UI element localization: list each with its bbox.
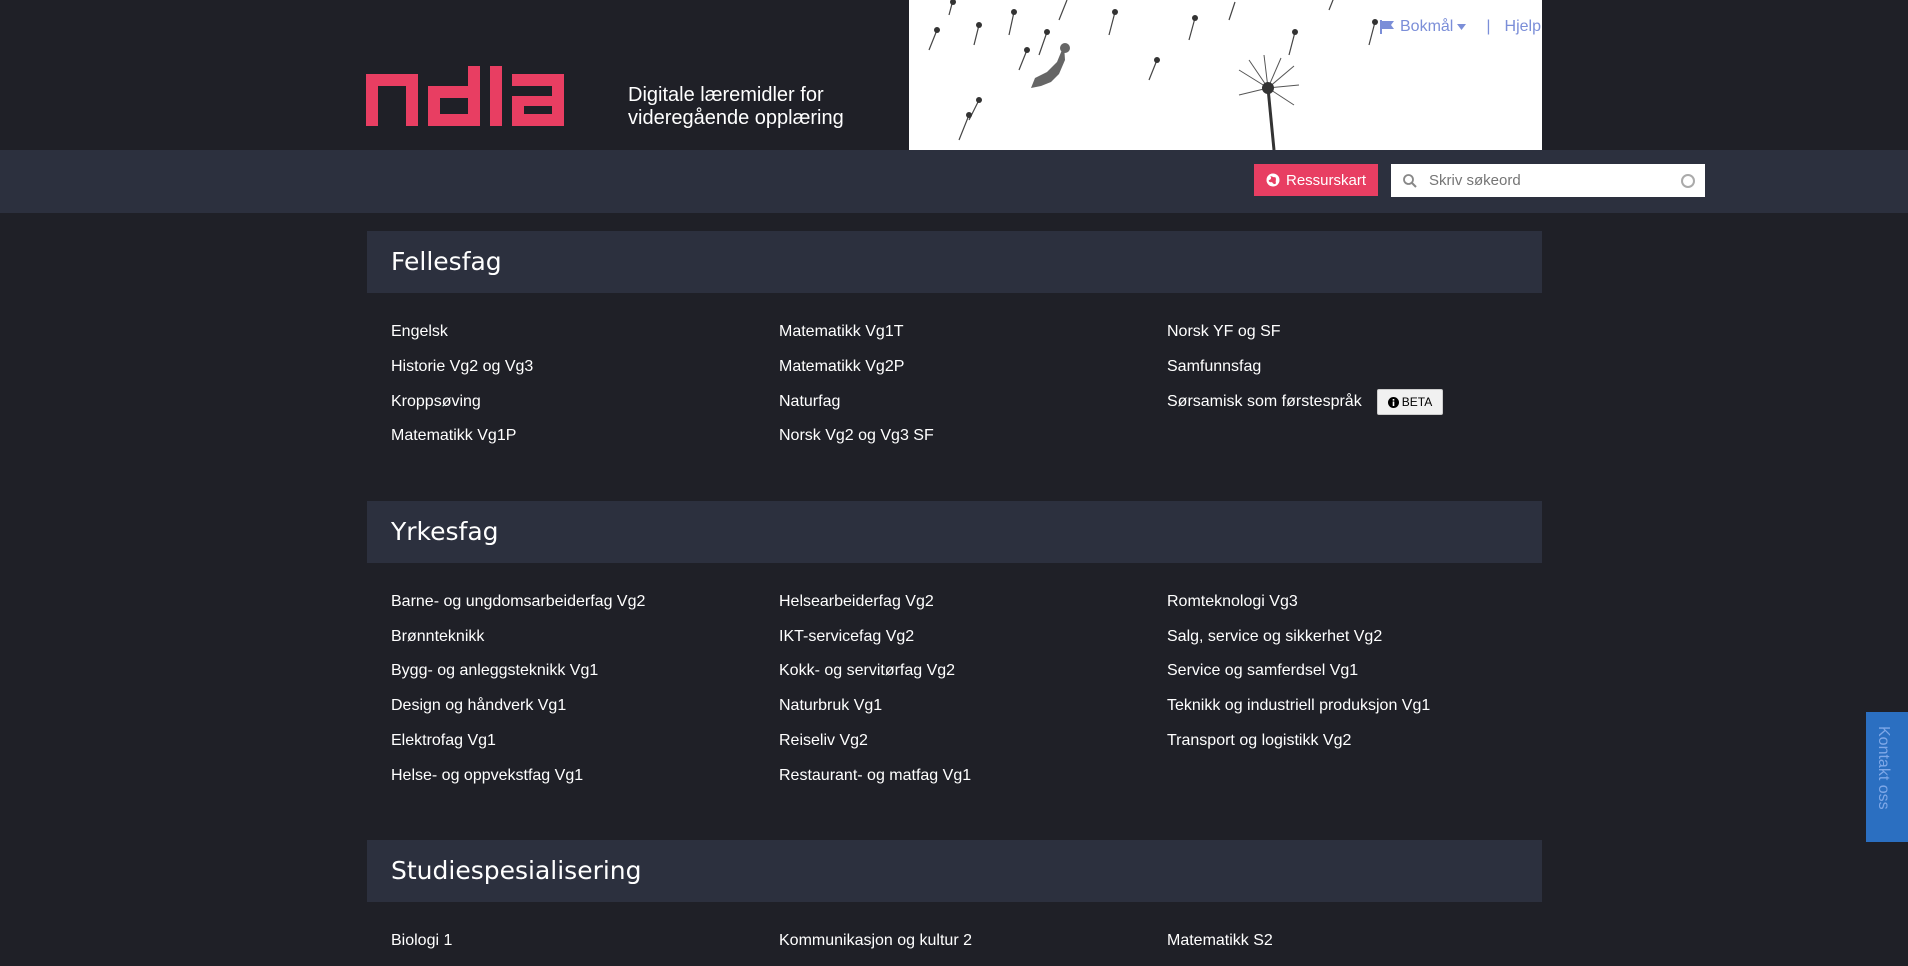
subject-link[interactable]: Naturfag: [779, 393, 840, 411]
subject-link[interactable]: Naturbruk Vg1: [779, 697, 882, 715]
subject-link[interactable]: Kokk- og servitørfag Vg2: [779, 662, 955, 680]
section-header-yrkesfag: Yrkesfag: [367, 501, 1542, 563]
subject-link[interactable]: Norsk Vg2 og Vg3 SF: [779, 427, 934, 445]
globe-icon: [1266, 173, 1280, 187]
subject-link[interactable]: Barne- og ungdomsarbeiderfag Vg2: [391, 593, 645, 611]
subject-link[interactable]: Service og samferdsel Vg1: [1167, 662, 1358, 680]
subject-link[interactable]: Teknikk og industriell produksjon Vg1: [1167, 697, 1430, 715]
language-selector[interactable]: Bokmål: [1380, 18, 1467, 36]
subject-link[interactable]: Transport og logistikk Vg2: [1167, 732, 1351, 750]
subject-link[interactable]: Design og håndverk Vg1: [391, 697, 566, 715]
subject-link[interactable]: Kroppsøving: [391, 393, 481, 411]
resource-map-label: Ressurskart: [1285, 171, 1367, 189]
info-icon: [1387, 396, 1399, 408]
subject-link[interactable]: IKT-servicefag Vg2: [779, 628, 914, 646]
caret-down-icon: [1457, 24, 1467, 30]
search-input[interactable]: [1427, 171, 1671, 190]
site-tagline: Digitale læremidler for videregående opp…: [628, 84, 844, 130]
section-header-fellesfag: Fellesfag: [367, 231, 1542, 293]
search-icon: [1403, 173, 1417, 188]
subject-link[interactable]: Brønnteknikk: [391, 628, 484, 646]
subject-link[interactable]: Romteknologi Vg3: [1167, 593, 1298, 611]
subject-link[interactable]: Matematikk Vg1P: [391, 427, 516, 445]
contact-tab-label: Kontakt oss: [1875, 726, 1892, 810]
flag-icon: [1380, 20, 1394, 34]
subject-link[interactable]: Helsearbeiderfag Vg2: [779, 593, 934, 611]
beta-label: BETA: [1401, 395, 1433, 409]
ndla-logo[interactable]: [366, 66, 604, 131]
subject-link[interactable]: Sørsamisk som førstespråk: [1167, 393, 1362, 411]
subject-link[interactable]: Engelsk: [391, 323, 448, 341]
section-title: Studiespesialisering: [391, 856, 642, 885]
search-box: [1391, 164, 1705, 197]
subject-link[interactable]: Norsk YF og SF: [1167, 323, 1281, 341]
ndla-logo-icon: [366, 66, 564, 126]
subject-link[interactable]: Reiseliv Vg2: [779, 732, 868, 750]
section-header-studiespesialisering: Studiespesialisering: [367, 840, 1542, 902]
subject-link[interactable]: Biologi 1: [391, 932, 452, 950]
subject-link[interactable]: Restaurant- og matfag Vg1: [779, 767, 971, 785]
subject-link[interactable]: Historie Vg2 og Vg3: [391, 358, 533, 376]
tagline-line-2: videregående opplæring: [628, 107, 844, 129]
section-title: Yrkesfag: [391, 517, 499, 546]
top-links: Bokmål | Hjelp: [1380, 18, 1541, 36]
link-separator: |: [1486, 18, 1491, 35]
help-link[interactable]: Hjelp: [1505, 18, 1541, 36]
resource-map-button[interactable]: Ressurskart: [1254, 164, 1378, 196]
subject-link[interactable]: Bygg- og anleggsteknikk Vg1: [391, 662, 598, 680]
loading-spinner-icon: [1681, 174, 1695, 188]
language-label: Bokmål: [1400, 18, 1454, 35]
subject-link[interactable]: Matematikk S2: [1167, 932, 1273, 950]
tagline-line-1: Digitale læremidler for: [628, 84, 824, 106]
section-title: Fellesfag: [391, 247, 502, 276]
subject-link[interactable]: Elektrofag Vg1: [391, 732, 496, 750]
subject-link[interactable]: Salg, service og sikkerhet Vg2: [1167, 628, 1382, 646]
subject-link[interactable]: Matematikk Vg2P: [779, 358, 904, 376]
subject-link[interactable]: Samfunnsfag: [1167, 358, 1261, 376]
beta-badge: BETA: [1377, 389, 1443, 415]
subject-link[interactable]: Helse- og oppvekstfag Vg1: [391, 767, 583, 785]
contact-tab[interactable]: Kontakt oss: [1866, 712, 1908, 842]
subject-link[interactable]: Kommunikasjon og kultur 2: [779, 932, 972, 950]
subject-link[interactable]: Matematikk Vg1T: [779, 323, 903, 341]
